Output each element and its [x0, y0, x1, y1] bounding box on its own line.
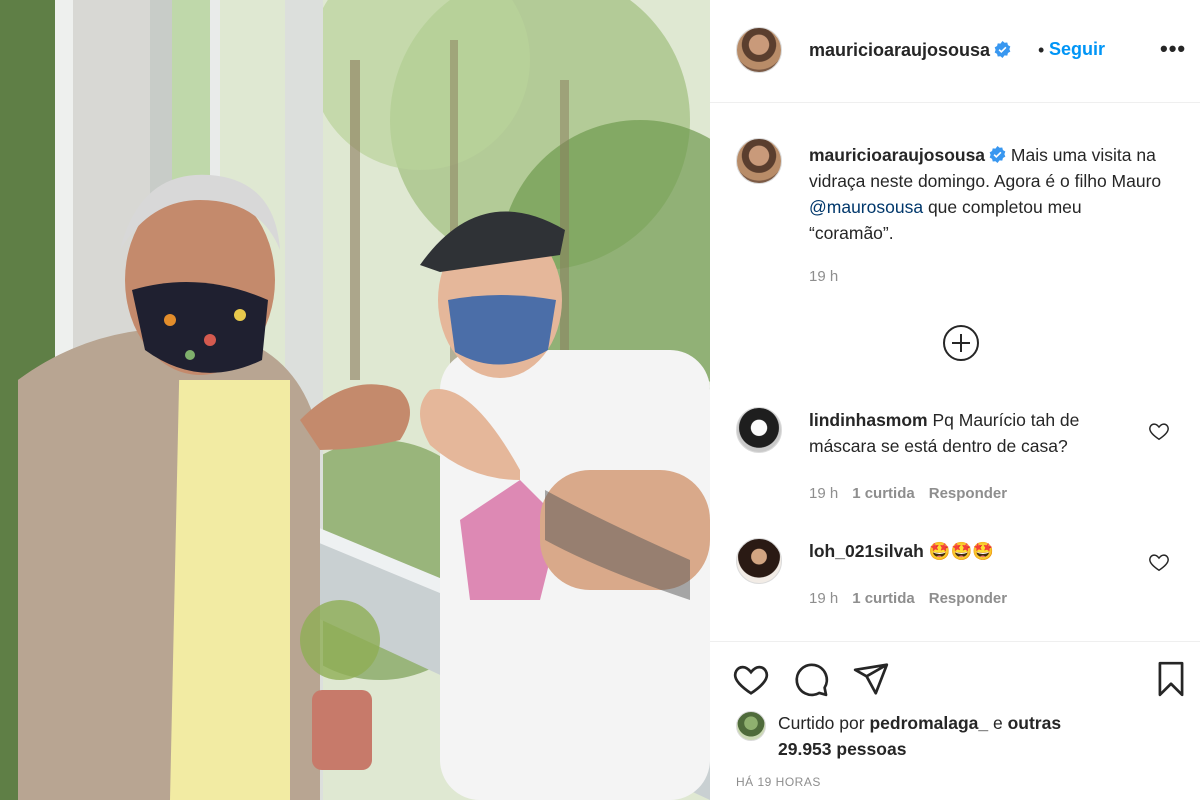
comment-heart-icon[interactable] — [1148, 551, 1170, 573]
comment-icon[interactable] — [792, 660, 830, 698]
liked-by-prefix: Curtido por — [778, 713, 865, 733]
heart-icon[interactable] — [732, 660, 770, 698]
comment-time[interactable]: 19 h — [809, 485, 838, 502]
share-icon[interactable] — [852, 660, 890, 698]
comment-likes[interactable]: 1 curtida — [852, 485, 915, 502]
comment-meta: 19 h 1 curtida Responder — [809, 485, 1021, 502]
liked-by-user[interactable]: pedromalaga_ — [869, 713, 988, 733]
comment-time[interactable]: 19 h — [809, 590, 838, 607]
comment-avatar[interactable] — [736, 407, 782, 453]
caption-timestamp[interactable]: 19 h — [809, 268, 838, 285]
liker-avatar[interactable] — [736, 711, 766, 741]
comment-body: 🤩🤩🤩 — [928, 541, 995, 561]
liked-by-text: Curtido por pedromalaga_ e outras 29.953… — [778, 710, 1098, 762]
comment-avatar[interactable] — [736, 538, 782, 584]
caption-text: mauricioaraujosousa Mais uma visita na v… — [809, 142, 1169, 246]
caption-mention-link[interactable]: @maurosousa — [809, 197, 923, 217]
comment-heart-icon[interactable] — [1148, 420, 1170, 442]
plus-circle-icon[interactable] — [943, 325, 979, 361]
comment-reply-button[interactable]: Responder — [929, 590, 1007, 607]
post-header: mauricioaraujosousa • Seguir ••• — [710, 0, 1200, 103]
follow-separator: • — [1038, 40, 1045, 60]
bookmark-icon[interactable] — [1152, 660, 1190, 698]
comment-text: lindinhasmom Pq Maurício tah de máscara … — [809, 407, 1129, 459]
post-actions: Curtido por pedromalaga_ e outras 29.953… — [710, 641, 1200, 800]
post-side-panel: mauricioaraujosousa • Seguir ••• maurici… — [710, 0, 1200, 800]
author-username[interactable]: mauricioaraujosousa — [809, 40, 1011, 61]
post-timestamp[interactable]: HÁ 19 HORAS — [736, 775, 821, 789]
comment-username[interactable]: loh_021silvah — [809, 541, 924, 561]
comment-meta: 19 h 1 curtida Responder — [809, 590, 1021, 607]
verified-icon — [989, 146, 1006, 163]
photo-illustration — [0, 0, 710, 800]
comment-username[interactable]: lindinhasmom — [809, 410, 928, 430]
comment-likes[interactable]: 1 curtida — [852, 590, 915, 607]
author-username-text[interactable]: mauricioaraujosousa — [809, 40, 990, 60]
caption-username[interactable]: mauricioaraujosousa — [809, 145, 985, 165]
follow-button[interactable]: Seguir — [1049, 39, 1105, 60]
post-photo[interactable] — [0, 0, 710, 800]
comment-reply-button[interactable]: Responder — [929, 485, 1007, 502]
verified-icon — [994, 41, 1011, 58]
more-options-icon[interactable]: ••• — [1160, 36, 1186, 62]
comment-text: loh_021silvah 🤩🤩🤩 — [809, 538, 1129, 564]
caption-author-avatar[interactable] — [736, 138, 782, 184]
author-avatar[interactable] — [736, 27, 782, 73]
liked-by-conjunction: e — [992, 713, 1003, 733]
